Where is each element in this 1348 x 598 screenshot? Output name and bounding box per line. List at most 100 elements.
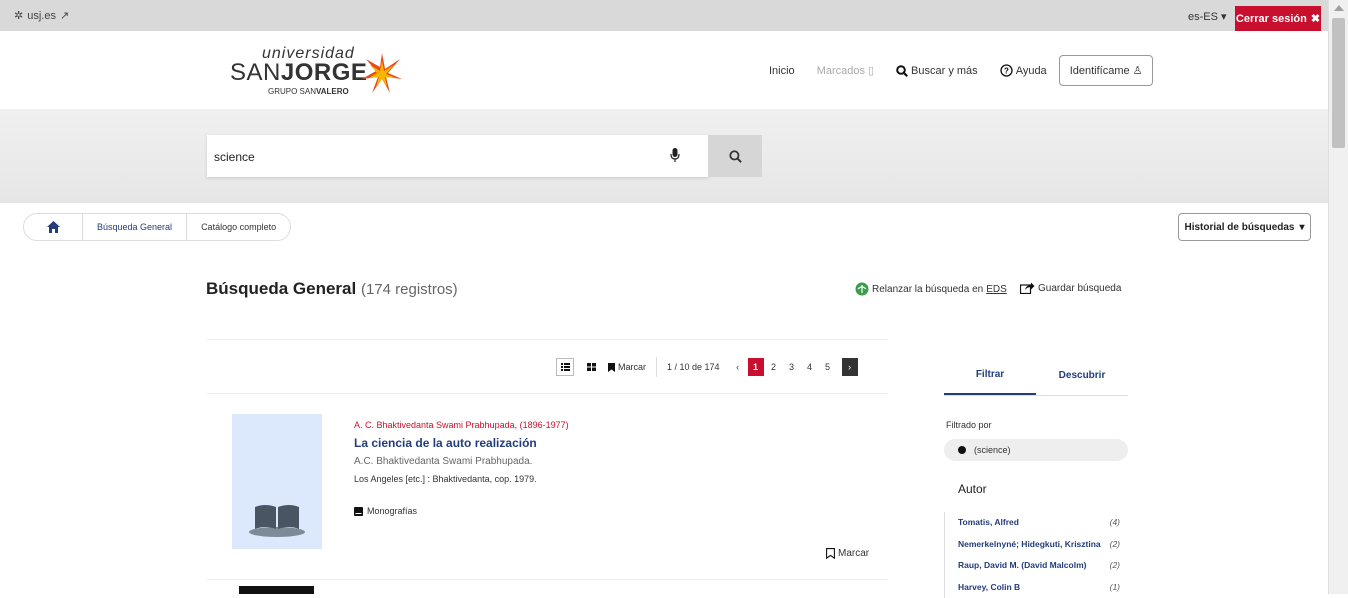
active-filter-pill[interactable]: (science) <box>944 439 1128 461</box>
bookmark-icon: ▯ <box>868 64 874 77</box>
scrollbar[interactable] <box>1328 0 1348 594</box>
toolbar-separator <box>656 357 657 377</box>
grid-view-icon <box>587 363 596 371</box>
caret-down-icon: ▾ <box>1300 222 1305 233</box>
search-icon <box>896 65 908 77</box>
result-title[interactable]: La ciencia de la auto realización <box>354 436 537 450</box>
breadcrumb-home[interactable] <box>24 221 82 233</box>
list-view-button[interactable] <box>556 358 574 376</box>
page-1[interactable]: 1 <box>748 358 764 376</box>
login-label: Identifícame <box>1070 65 1130 77</box>
facet-name: Harvey, Colin B <box>958 582 1020 592</box>
microphone-icon[interactable] <box>670 148 680 162</box>
tab-filtrar[interactable]: Filtrar <box>944 356 1036 395</box>
nav-marcados[interactable]: Marcados▯ <box>817 64 874 77</box>
grid-view-button[interactable] <box>582 358 600 376</box>
tab-descubrir[interactable]: Descubrir <box>1036 356 1128 395</box>
pagination-range: 1 / 10 de 174 <box>667 362 720 372</box>
scroll-up-icon[interactable] <box>1334 5 1344 11</box>
mark-result-button[interactable]: Marcar <box>826 548 869 559</box>
bookmark-icon <box>826 548 835 559</box>
facet-name: Nemerkelnyné; Hidegkuti, Krisztina <box>958 539 1101 549</box>
filtered-by-label: Filtrado por <box>946 420 992 430</box>
breadcrumb-busqueda-general[interactable]: Búsqueda General <box>82 214 186 240</box>
search-band: science <box>0 109 1328 203</box>
bookmark-filled-icon <box>608 363 615 372</box>
logout-button[interactable]: Cerrar sesión ✖ <box>1235 6 1321 31</box>
nav-marcados-label: Marcados <box>817 65 865 77</box>
search-input[interactable]: science <box>207 135 708 177</box>
result-type: Monografías <box>354 506 417 516</box>
save-search-link[interactable]: Guardar búsqueda <box>1020 282 1121 294</box>
page-title: Búsqueda General (174 registros) <box>206 279 458 299</box>
facet-count: (2) <box>1110 555 1120 576</box>
facet-item[interactable]: Raup, David M. (David Malcolm) (2) <box>945 555 1128 577</box>
snowflake-icon: ✲ <box>14 9 23 22</box>
mark-all-button[interactable]: Marcar <box>608 362 646 372</box>
page-2[interactable]: 2 <box>766 358 782 376</box>
author-facets: Tomatis, Alfred (4) Nemerkelnyné; Hidegku… <box>944 512 1128 598</box>
book-cover[interactable] <box>239 586 314 594</box>
home-icon <box>47 221 60 233</box>
search-history-dropdown[interactable]: Historial de búsquedas▾ <box>1178 213 1311 241</box>
login-button[interactable]: Identifícame♙ <box>1059 55 1154 86</box>
header: universidad SANJORGE GRUPO SANVALERO Ini… <box>0 31 1328 109</box>
next-page-button[interactable]: › <box>842 358 858 376</box>
language-select[interactable]: es-ES ▾ <box>1188 10 1227 23</box>
breadcrumb: Búsqueda General Catálogo completo <box>23 213 291 241</box>
breadcrumb-catalogo[interactable]: Catálogo completo <box>186 214 290 240</box>
page-4[interactable]: 4 <box>802 358 818 376</box>
nav-buscar[interactable]: Buscar y más <box>896 65 978 77</box>
divider <box>207 393 888 394</box>
mark-result-label: Marcar <box>838 548 869 559</box>
facet-name: Tomatis, Alfred <box>958 517 1019 527</box>
caret-down-icon: ▾ <box>1221 11 1227 23</box>
page-title-text: Búsqueda General <box>206 279 356 298</box>
nav-inicio[interactable]: Inicio <box>769 65 795 77</box>
logout-label: Cerrar sesión <box>1236 13 1307 25</box>
facet-heading-autor: Autor <box>958 482 987 496</box>
user-icon: ♙ <box>1133 64 1143 77</box>
search-icon <box>729 150 742 163</box>
external-link-icon: ↗ <box>60 9 69 22</box>
book-icon <box>354 507 363 516</box>
facet-item[interactable]: Nemerkelnyné; Hidegkuti, Krisztina(2) <box>945 534 1128 556</box>
scrollbar-thumb[interactable] <box>1332 18 1345 148</box>
book-cover-placeholder[interactable] <box>232 414 322 549</box>
main-nav: Inicio Marcados▯ Buscar y más ? Ayuda Id… <box>769 55 1175 86</box>
logo-grupo-bold: VALERO <box>316 87 349 96</box>
facet-name: Raup, David M. (David Malcolm) <box>958 560 1086 570</box>
facet-count: (4) <box>1110 512 1120 533</box>
filter-sidebar: Filtrar Descubrir Filtrado por (science)… <box>944 356 1128 396</box>
star-logo-icon <box>360 51 404 95</box>
page-5[interactable]: 5 <box>820 358 836 376</box>
nav-ayuda[interactable]: ? Ayuda <box>1000 64 1047 77</box>
prev-page-button[interactable]: ‹ <box>730 358 746 376</box>
relaunch-eds-link[interactable]: Relanzar la búsqueda en EDS <box>855 282 1007 296</box>
site-link[interactable]: ✲ usj.es ↗ <box>14 9 69 22</box>
facet-item[interactable]: Harvey, Colin B(1) <box>945 577 1128 598</box>
top-bar: ✲ usj.es ↗ es-ES ▾ Cerrar sesión ✖ <box>0 0 1328 31</box>
university-logo[interactable]: universidad SANJORGE GRUPO SANVALERO <box>228 45 408 100</box>
relaunch-eds-text: EDS <box>986 284 1007 295</box>
mark-all-label: Marcar <box>618 362 646 372</box>
close-icon: ✖ <box>1311 12 1320 25</box>
page-3[interactable]: 3 <box>784 358 800 376</box>
facet-item[interactable]: Tomatis, Alfred (4) <box>945 512 1128 534</box>
result-responsibility: A.C. Bhaktivedanta Swami Prabhupada. <box>354 456 532 467</box>
divider <box>207 339 888 340</box>
nav-inicio-label: Inicio <box>769 65 795 77</box>
result-author[interactable]: A. C. Bhaktivedanta Swami Prabhupada, (1… <box>354 420 569 430</box>
search-button[interactable] <box>708 135 762 177</box>
site-link-label: usj.es <box>27 10 56 22</box>
sidebar-tabs: Filtrar Descubrir <box>944 356 1128 396</box>
logo-grupo-text: GRUPO SAN <box>268 87 316 96</box>
help-icon: ? <box>1000 64 1013 77</box>
divider <box>207 579 888 580</box>
nav-ayuda-label: Ayuda <box>1016 65 1047 77</box>
list-view-icon <box>561 363 570 371</box>
nav-buscar-label: Buscar y más <box>911 65 978 77</box>
relaunch-label: Relanzar la búsqueda en <box>872 284 983 295</box>
svg-text:?: ? <box>1004 67 1009 76</box>
logo-san: SAN <box>230 59 281 86</box>
